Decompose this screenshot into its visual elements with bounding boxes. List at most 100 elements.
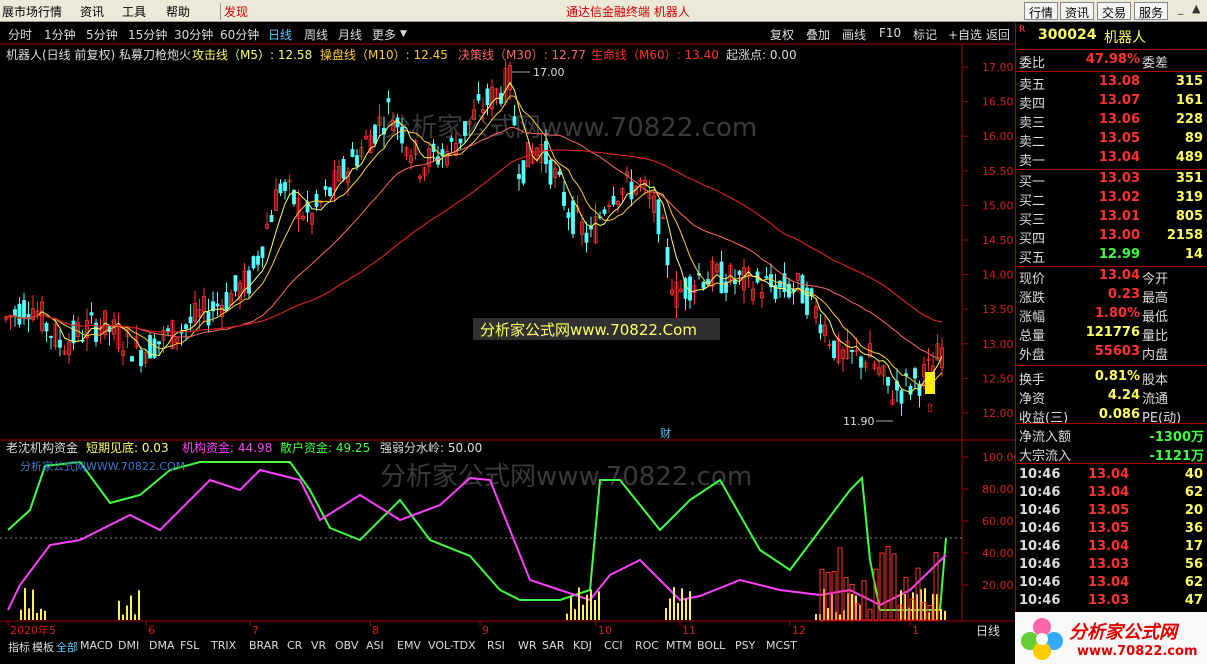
short-bottom-bar <box>681 588 683 620</box>
indicator-tab[interactable]: 模板 <box>32 639 54 655</box>
indicator-tab[interactable]: 全部 <box>56 639 78 655</box>
btn-add-watch[interactable]: +自选 <box>948 26 982 43</box>
ma30-label: 决策线（M30）: 12.77 <box>458 48 586 62</box>
btn-overlay[interactable]: 叠加 <box>806 26 830 43</box>
short-bottom-label: 短期见底: 0.03 <box>86 440 169 455</box>
collapse-icon[interactable]: ▲ <box>1192 2 1200 15</box>
indicator-tab[interactable]: VR <box>311 639 326 652</box>
candle-body <box>206 311 211 326</box>
more-chevron-icon[interactable]: ▼ <box>400 29 407 39</box>
tick-row: 10:46 13.04 62 <box>1016 484 1207 503</box>
candle-body <box>328 187 332 196</box>
period-tick[interactable]: 分时 <box>8 26 32 43</box>
period-1m[interactable]: 1分钟 <box>44 26 76 43</box>
indicator-tab[interactable]: FSL <box>180 639 199 652</box>
period-weekly[interactable]: 周线 <box>304 26 328 43</box>
short-bottom-bar <box>839 614 841 620</box>
indicator-tab[interactable]: CCI <box>604 639 623 652</box>
btn-f10[interactable]: F10 <box>879 26 901 40</box>
btn-mark[interactable]: 标记 <box>913 26 937 43</box>
period-monthly[interactable]: 月线 <box>338 26 362 43</box>
menu-market[interactable]: 展市场行情 <box>2 3 62 20</box>
btn-back[interactable]: 返回 <box>986 26 1010 43</box>
row-value: 55603 <box>1094 344 1140 359</box>
indicator-tab[interactable]: ROC <box>635 639 659 652</box>
candle-body <box>130 356 134 362</box>
indicator-tab[interactable]: WR <box>518 639 537 652</box>
indicator-tab[interactable]: BOLL <box>697 639 725 652</box>
tick-time: 10:46 <box>1019 575 1061 590</box>
y-tick-sub: 20.00 <box>982 579 1014 592</box>
stat-row: 涨跌 0.23 最高 <box>1016 286 1207 306</box>
indicator-tab[interactable]: RSI <box>487 639 505 652</box>
menu-discover[interactable]: 发现 <box>220 3 248 20</box>
row-value: 13.02 <box>1098 190 1140 205</box>
indicator-tab[interactable]: CR <box>287 639 302 652</box>
period-15m[interactable]: 15分钟 <box>128 26 167 43</box>
indicator-tab[interactable]: SAR <box>542 639 564 652</box>
kline-chart[interactable]: 分析家公式网www.70822.com 分析家公式网www.70822.com … <box>0 43 1015 648</box>
indicator-tab[interactable]: ASI <box>366 639 384 652</box>
indicator-tab[interactable]: MACD <box>80 639 113 652</box>
finance-marker[interactable]: 财 <box>660 426 671 440</box>
candle-body <box>22 300 26 319</box>
btn-trade[interactable]: 交易 <box>1097 2 1132 20</box>
tick-row: 10:46 13.04 40 <box>1016 466 1207 485</box>
btn-fuquan[interactable]: 复权 <box>770 26 794 43</box>
period-daily[interactable]: 日线 <box>268 26 292 43</box>
row-label: 买二 <box>1019 194 1046 209</box>
btn-draw[interactable]: 画线 <box>842 26 866 43</box>
x-tick: 11 <box>682 624 696 637</box>
indicator-tab[interactable]: 指标 <box>8 639 30 655</box>
indicator-tab[interactable]: PSY <box>735 639 755 652</box>
btn-quotes[interactable]: 行情 <box>1024 2 1059 20</box>
indicator-tab[interactable]: DMI <box>118 639 139 652</box>
y-tick-sub: 60.00 <box>982 515 1014 528</box>
row-label-2: 量比 <box>1142 329 1169 344</box>
btn-info[interactable]: 资讯 <box>1060 2 1095 20</box>
row-label-2: 内盘 <box>1142 348 1169 363</box>
period-60m[interactable]: 60分钟 <box>220 26 259 43</box>
min-icon[interactable]: _ <box>1178 2 1184 15</box>
retail-fund-label: 散户资金: 49.25 <box>280 440 370 455</box>
period-30m[interactable]: 30分钟 <box>174 26 213 43</box>
period-5m[interactable]: 5分钟 <box>86 26 118 43</box>
menu-help[interactable]: 帮助 <box>166 3 190 20</box>
row-value: 13.08 <box>1098 74 1140 89</box>
stat-row: 现价 13.04 今开 <box>1016 267 1207 287</box>
x-axis: 2020年5 6 7 8 9 10 11 12 1 <box>7 621 919 637</box>
indicator-tab[interactable]: VOL-TDX <box>428 639 476 652</box>
row-value: 0.81% <box>1094 369 1140 384</box>
row-value: 13.00 <box>1098 228 1140 243</box>
y-tick-main: 16.50 <box>982 96 1014 109</box>
up-arrow-icon: ⇧ <box>925 401 935 415</box>
x-tick: 6 <box>148 624 155 637</box>
indicator-tab[interactable]: EMV <box>397 639 421 652</box>
candle-body <box>44 323 49 332</box>
row-label-2: 今开 <box>1142 272 1169 287</box>
short-bottom-bar <box>827 608 829 620</box>
row-volume: 489 <box>1175 150 1203 165</box>
indicator-tab[interactable]: DMA <box>149 639 175 652</box>
tick-time: 10:46 <box>1019 539 1061 554</box>
btn-service[interactable]: 服务 <box>1134 2 1169 20</box>
candle-body <box>224 291 229 311</box>
indicator-tab[interactable]: BRAR <box>249 639 279 652</box>
indicator-tab[interactable]: MTM <box>666 639 692 652</box>
sub-indicator-title: 老沈机构资金 <box>6 440 78 455</box>
period-more[interactable]: 更多 <box>372 26 396 43</box>
buy-row: 买一 13.03 351 <box>1016 170 1207 190</box>
menu-news[interactable]: 资讯 <box>80 3 104 20</box>
row-volume: 2158 <box>1166 228 1203 243</box>
candle-body <box>233 275 238 292</box>
row-label: 卖五 <box>1019 78 1046 93</box>
indicator-tab[interactable]: MCST <box>766 639 797 652</box>
menu-tools[interactable]: 工具 <box>122 3 146 20</box>
indicator-tab[interactable]: OBV <box>335 639 358 652</box>
row-value: 13.05 <box>1098 131 1140 146</box>
candle-body <box>656 199 661 235</box>
indicator-tab[interactable]: KDJ <box>573 639 592 652</box>
indicator-tab[interactable]: TRIX <box>211 639 236 652</box>
row-label: 买一 <box>1019 175 1046 190</box>
row-label: 卖四 <box>1019 97 1046 112</box>
